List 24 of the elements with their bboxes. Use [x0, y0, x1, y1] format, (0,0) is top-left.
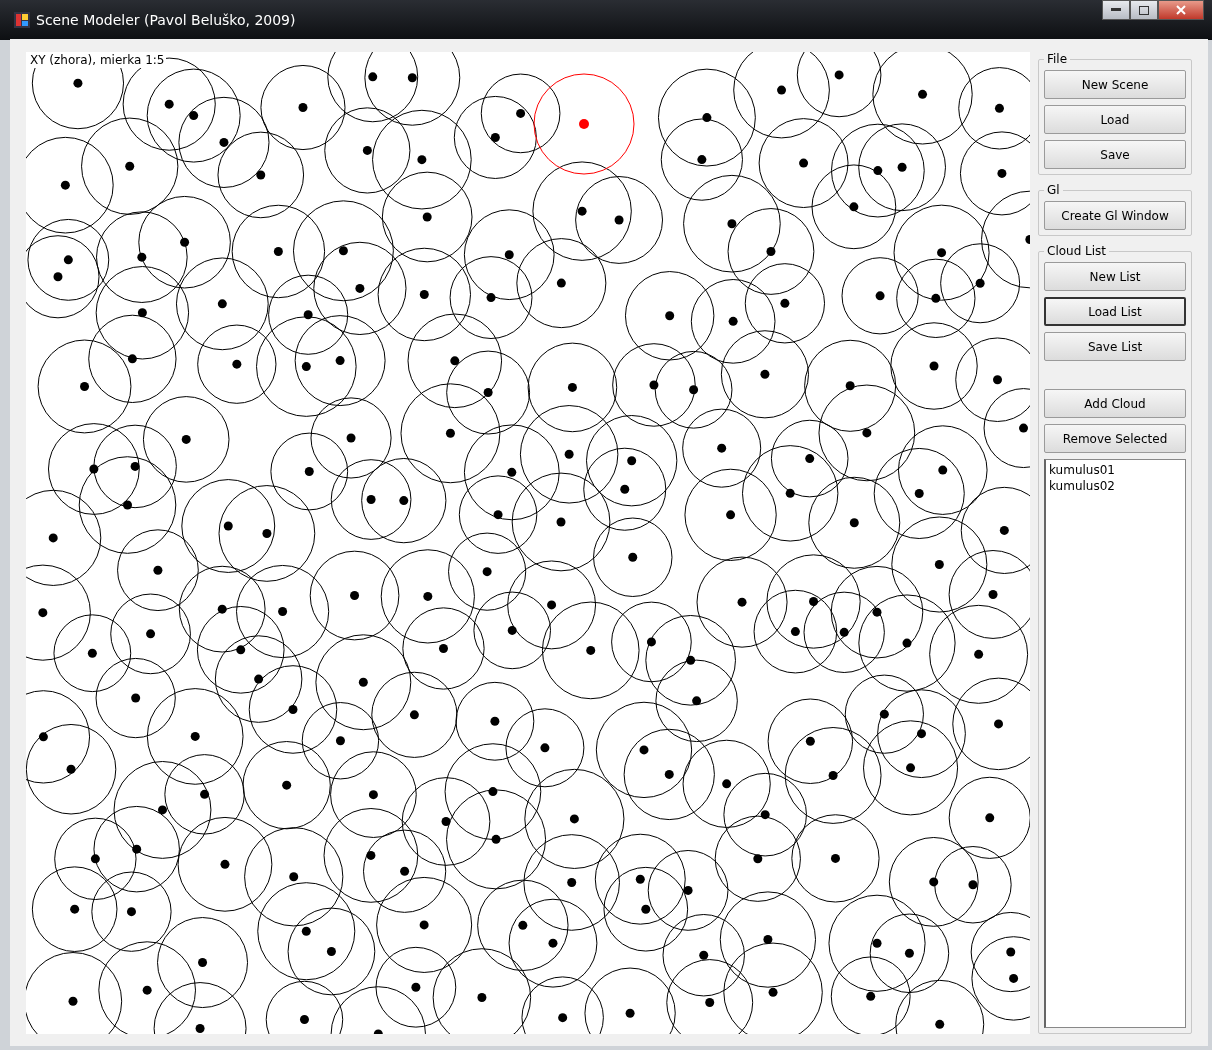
maximize-icon	[1139, 5, 1149, 15]
close-button[interactable]	[1158, 0, 1204, 20]
action-button[interactable]: New Scene	[1044, 70, 1186, 99]
group-title: Gl	[1046, 183, 1061, 197]
close-icon	[1176, 5, 1186, 15]
action-button[interactable]: Add Cloud	[1044, 389, 1186, 418]
action-button[interactable]: Remove Selected	[1044, 424, 1186, 453]
group-title: File	[1046, 52, 1069, 66]
list-item[interactable]: kumulus02	[1049, 478, 1182, 494]
action-button[interactable]: New List	[1044, 262, 1186, 291]
scene-canvas[interactable]: XY (zhora), mierka 1:5	[26, 52, 1030, 1034]
group-title: Cloud List	[1046, 244, 1108, 258]
action-button[interactable]: Load List	[1044, 297, 1186, 326]
action-button[interactable]: Load	[1044, 105, 1186, 134]
maximize-button[interactable]	[1130, 0, 1158, 20]
action-button[interactable]: Save List	[1044, 332, 1186, 361]
minimize-icon	[1111, 8, 1121, 12]
window-title: Scene Modeler (Pavol Beluško, 2009)	[36, 11, 297, 28]
view-label: XY (zhora), mierka 1:5	[28, 52, 167, 68]
action-button[interactable]: Create Gl Window	[1044, 201, 1186, 230]
action-button[interactable]: Save	[1044, 140, 1186, 169]
app-icon	[14, 11, 30, 28]
minimize-button[interactable]	[1102, 0, 1130, 20]
list-item[interactable]: kumulus01	[1049, 462, 1182, 478]
